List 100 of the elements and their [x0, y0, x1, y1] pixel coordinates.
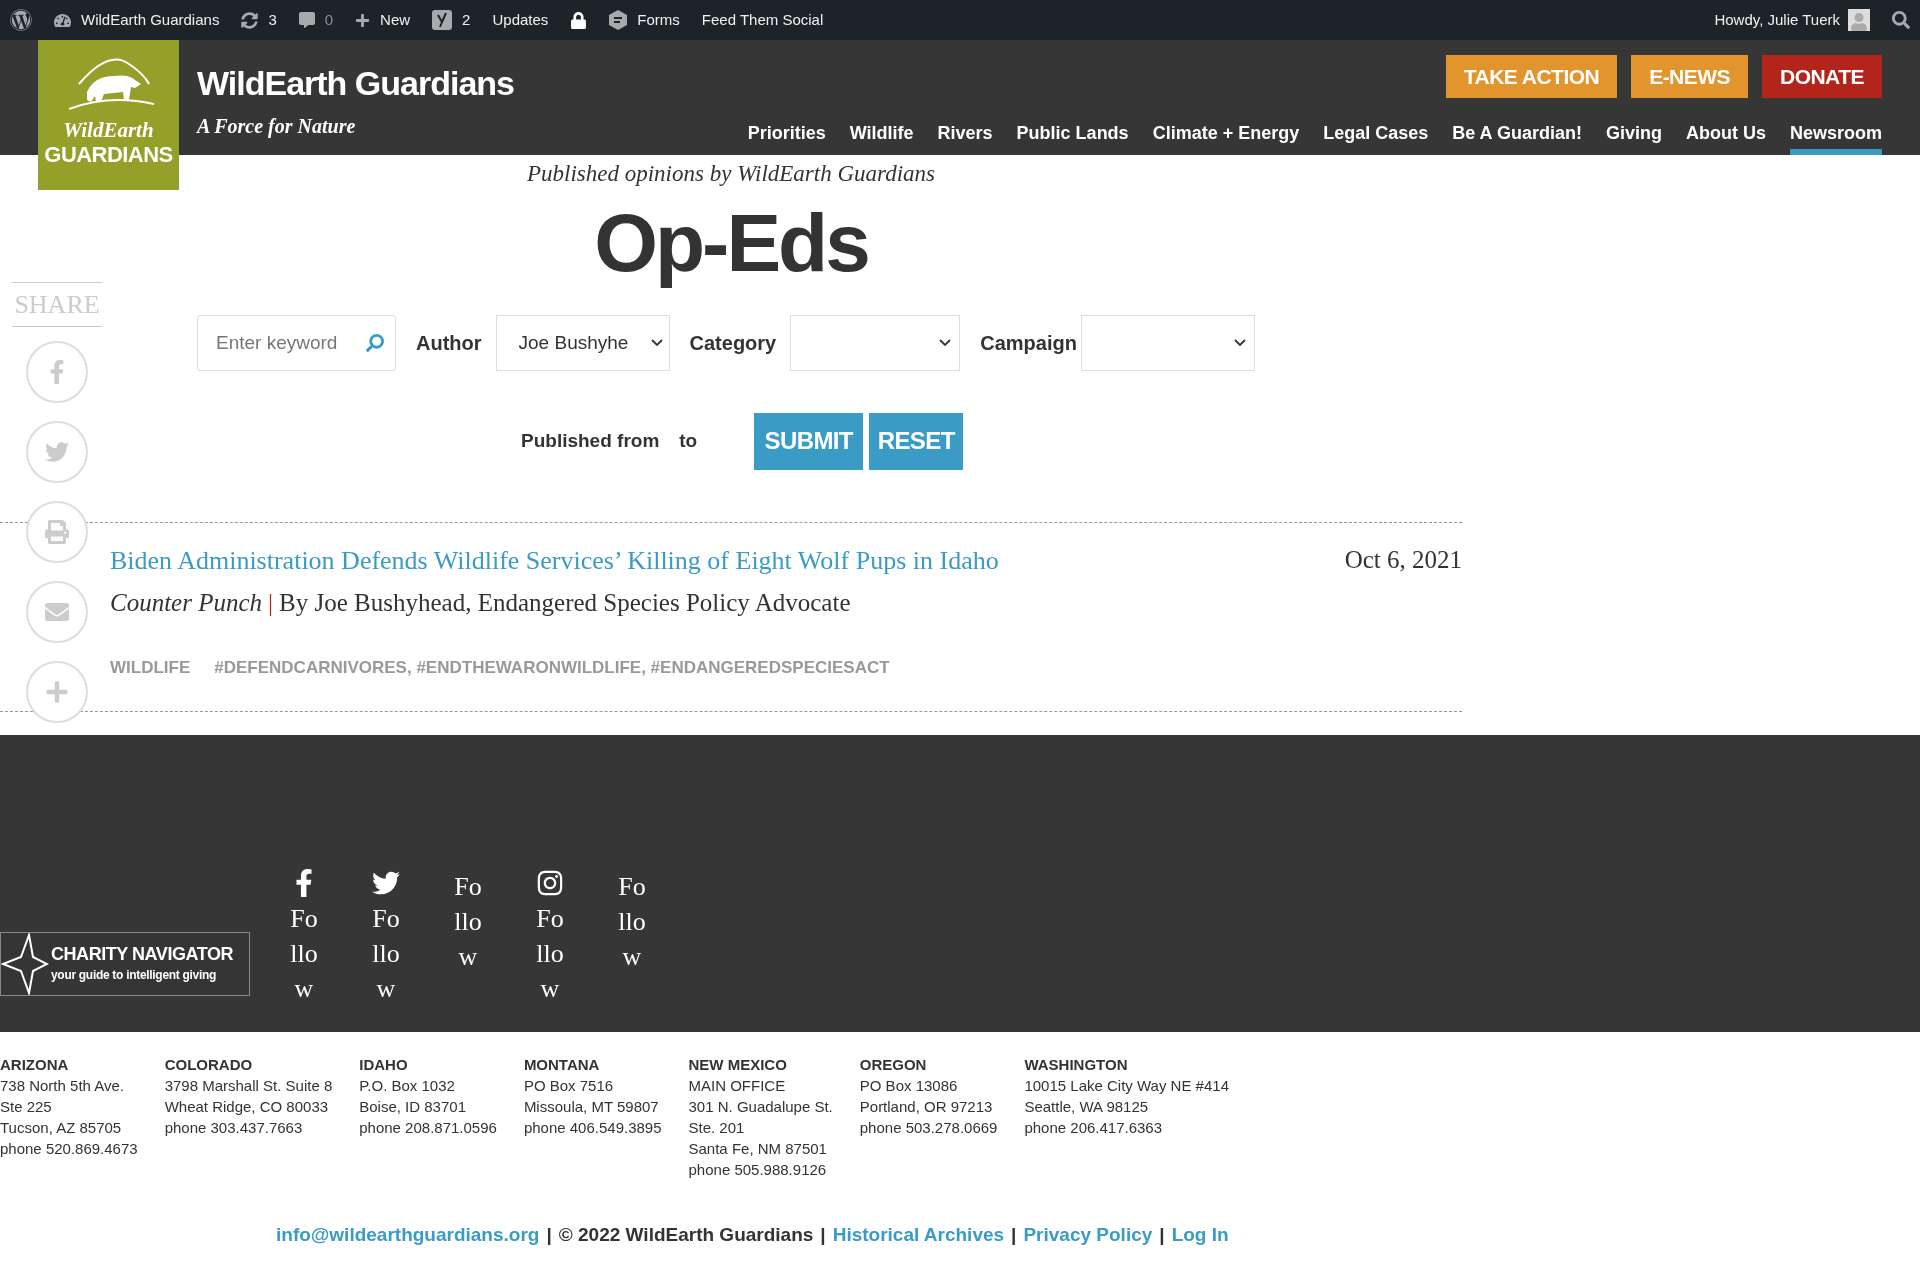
- office-address-line: Ste 225: [0, 1097, 53, 1117]
- author-select[interactable]: Joe Bushyhe: [495, 314, 670, 371]
- charity-navigator-badge[interactable]: CHARITY NAVIGATOR your guide to intelligent giving: [0, 932, 250, 996]
- office-state: NEW MEXICO: [688, 1055, 788, 1075]
- copyright-text: © 2022 WildEarth Guardians: [558, 1223, 814, 1247]
- office-address-line: 3798 Marshall St. Suite 8: [164, 1076, 333, 1096]
- office-address-line: Portland, OR 97213: [859, 1097, 994, 1117]
- separator: |: [268, 587, 274, 618]
- office-address-line: phone 520.869.4673: [0, 1139, 138, 1159]
- office-state: COLORADO: [164, 1055, 254, 1075]
- follow-link[interactable]: Follow: [454, 869, 482, 1006]
- hexagon-icon: [609, 10, 628, 30]
- office-address-line: phone 503.278.0669: [859, 1118, 998, 1138]
- chevron-down-icon: [650, 338, 663, 347]
- article-byline: By Joe Bushyhead, Endangered Species Policy Advocate: [279, 587, 851, 618]
- logo-text: GUARDIANS: [44, 141, 173, 169]
- office-address-line: Ste. 201: [688, 1118, 746, 1138]
- office-address-line: phone 505.988.9126: [688, 1160, 828, 1180]
- lock-icon: [570, 11, 588, 29]
- office-address-line: Wheat Ridge, CO 80033: [164, 1097, 330, 1117]
- filter-label: Category: [689, 330, 777, 356]
- date-range-label: to: [679, 429, 698, 454]
- nav-link[interactable]: Climate + Energy: [1152, 112, 1300, 155]
- office-address-line: PO Box 7516: [523, 1076, 615, 1096]
- office-address-line: 738 North 5th Ave.: [0, 1076, 125, 1096]
- admin-bar-link[interactable]: 3: [268, 8, 277, 32]
- campaign-select[interactable]: [1080, 314, 1255, 371]
- logo-text: WildEarth: [63, 120, 154, 141]
- office-address-line: P.O. Box 1032: [359, 1076, 456, 1096]
- nav-link[interactable]: Priorities: [747, 112, 826, 155]
- office-state: ARIZONA: [0, 1055, 70, 1075]
- filter-label: Author: [416, 330, 482, 356]
- office-address-line: phone 303.437.7663: [164, 1118, 304, 1138]
- admin-bar-link[interactable]: Updates: [492, 8, 549, 32]
- article-source: Counter Punch: [110, 587, 263, 618]
- admin-bar-link[interactable]: New: [380, 8, 411, 32]
- office-address-line: phone 208.871.0596: [359, 1118, 497, 1138]
- office-state: OREGON: [859, 1055, 928, 1075]
- printer-icon: [45, 520, 69, 544]
- office-address-line: phone 206.417.6363: [1024, 1118, 1164, 1138]
- separator: |: [1159, 1223, 1165, 1247]
- filter-label: Campaign: [980, 330, 1077, 356]
- chevron-down-icon: [1233, 338, 1246, 347]
- article-date: Oct 6, 2021: [1344, 544, 1462, 575]
- search-icon[interactable]: [366, 333, 384, 352]
- nav-link[interactable]: Rivers: [937, 112, 993, 155]
- office-state: IDAHO: [359, 1055, 409, 1075]
- plus-icon: [355, 12, 371, 28]
- avatar-icon: [1848, 9, 1870, 31]
- keyword-field[interactable]: Enter keyword: [197, 314, 396, 371]
- office-address-line: Boise, ID 83701: [359, 1097, 467, 1117]
- follow-link[interactable]: Follow: [290, 869, 318, 1006]
- admin-bar-link[interactable]: 0: [324, 8, 334, 32]
- follow-link[interactable]: Follow: [618, 869, 646, 1006]
- site-title[interactable]: WildEarth Guardians: [197, 62, 514, 105]
- nav-link[interactable]: Be A Guardian!: [1452, 112, 1582, 155]
- header-button[interactable]: DONATE: [1762, 55, 1882, 98]
- separator: |: [546, 1223, 552, 1247]
- tagline: A Force for Nature: [197, 113, 357, 140]
- office-address-line: Santa Fe, NM 87501: [688, 1139, 828, 1159]
- plus-icon: [45, 680, 69, 704]
- office-address-line: 301 N. Guadalupe St.: [688, 1097, 833, 1117]
- office-state: WASHINGTON: [1024, 1055, 1129, 1075]
- follow-link[interactable]: Follow: [372, 869, 400, 1006]
- refresh-icon: [241, 11, 259, 29]
- date-range-label: Published from: [521, 429, 660, 454]
- search-icon[interactable]: [1892, 11, 1910, 29]
- wordpress-icon: [10, 9, 32, 31]
- envelope-icon: [45, 600, 69, 624]
- admin-bar-link[interactable]: 2: [462, 8, 471, 32]
- follow-link[interactable]: Follow: [536, 869, 564, 1006]
- nav-link[interactable]: Wildlife: [849, 112, 914, 155]
- page-title: Op-Eds: [594, 195, 868, 290]
- admin-bar-link[interactable]: Feed Them Social: [701, 8, 824, 32]
- instagram-icon: [536, 869, 564, 897]
- admin-bar-link[interactable]: Forms: [637, 8, 680, 32]
- nav-link[interactable]: Public Lands: [1016, 112, 1129, 155]
- office-address-line: Missoula, MT 59807: [523, 1097, 660, 1117]
- compass-star-icon: [1, 933, 49, 995]
- office-address-line: 10015 Lake City Way NE #414: [1024, 1076, 1229, 1096]
- charity-slogan: your guide to intelligent giving: [51, 966, 218, 984]
- twitter-icon: [45, 440, 69, 464]
- office-address-line: MAIN OFFICE: [688, 1076, 787, 1096]
- chevron-down-icon: [939, 338, 952, 347]
- office-address-line: PO Box 13086: [859, 1076, 959, 1096]
- page-subtitle: Published opinions by WildEarth Guardians: [526, 160, 935, 188]
- nav-link[interactable]: About Us: [1685, 112, 1766, 155]
- separator: |: [1011, 1223, 1017, 1247]
- charity-name: CHARITY NAVIGATOR: [51, 944, 234, 963]
- user-greeting[interactable]: Howdy, Julie Tuerk: [1714, 8, 1840, 32]
- nav-link[interactable]: Giving: [1605, 112, 1662, 155]
- nav-link[interactable]: Legal Cases: [1323, 112, 1429, 155]
- dashboard-icon: [54, 11, 71, 29]
- category-select[interactable]: [790, 314, 961, 371]
- office-state: MONTANA: [523, 1055, 601, 1075]
- admin-bar-link[interactable]: WildEarth Guardians: [81, 8, 220, 32]
- nav-link[interactable]: Newsroom: [1789, 112, 1882, 155]
- office-address-line: Seattle, WA 98125: [1024, 1097, 1150, 1117]
- twitter-icon: [372, 869, 400, 897]
- comment-icon: [298, 12, 315, 28]
